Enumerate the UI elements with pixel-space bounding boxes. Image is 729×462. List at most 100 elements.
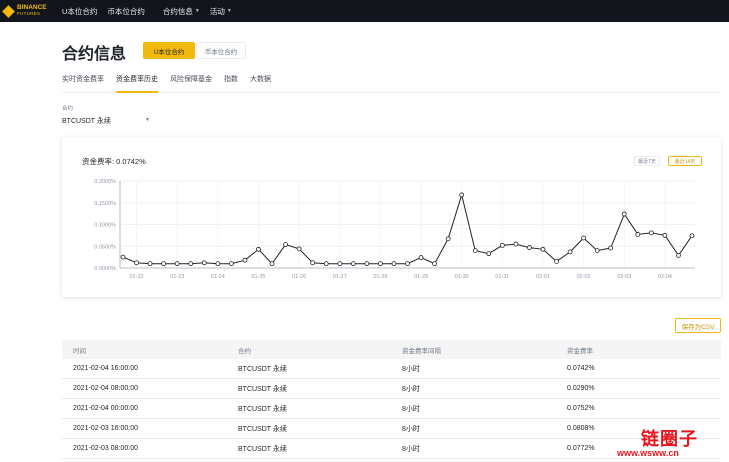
cell-rate: 0.0290% (567, 385, 595, 392)
cell-interval: 8小时 (402, 365, 420, 373)
cell-time: 2021-02-04 08:00:00 (73, 385, 138, 392)
cell-rate: 0.0742% (567, 365, 595, 372)
chevron-down-icon: ▼ (145, 117, 150, 123)
data-point (256, 246, 261, 252)
tab-big-data[interactable]: 大数据 (250, 73, 271, 93)
binance-futures-logo[interactable]: BINANCE FUTURES (2, 4, 56, 18)
data-point (269, 261, 275, 267)
y-tick-label: 0.2000% (94, 179, 116, 185)
data-point (472, 248, 478, 253)
data-point (432, 261, 437, 267)
cell-time: 2021-02-04 00:00:00 (73, 405, 138, 412)
data-point (418, 255, 424, 260)
y-tick-label: 0.0500% (94, 244, 116, 250)
data-point (499, 242, 505, 248)
nav-activities-label: 活动 (209, 6, 225, 16)
funding-rate-chart-card: 资金费率: 0.0742% 最近7天 最近14天 0.0000% 0.0500% 0… (62, 137, 721, 297)
y-tick-label: 0.1500% (94, 201, 116, 207)
header-contract: 合约 (238, 347, 251, 355)
header-time: 时间 (73, 347, 86, 355)
tab-insurance-fund[interactable]: 风险保障基金 (170, 73, 212, 93)
data-point (662, 232, 668, 238)
data-point (188, 261, 194, 267)
table-row: 2021-02-04 16:00:00 BTCUSDT 永续 8小时 0.074… (62, 359, 721, 379)
data-point (527, 245, 532, 250)
cell-contract: BTCUSDT 永续 (238, 385, 287, 393)
chevron-down-icon: ▼ (194, 8, 200, 14)
brand-line2: FUTURES (17, 11, 41, 16)
info-tabs: 实时资金费率 资金费率历史 风险保障基金 指数 大数据 (62, 73, 721, 93)
cell-contract: BTCUSDT 永续 (238, 445, 287, 453)
contract-select-value: BTCUSDT 永续 (62, 118, 111, 125)
cell-interval: 8小时 (402, 445, 420, 453)
nav-contract-info[interactable]: 合约信息 ▼ (163, 6, 200, 17)
data-point (174, 261, 180, 267)
funding-rate-line-chart: 0.0000% 0.0500% 0.1000% 0.1500% 0.2000% 01-22… (94, 179, 695, 280)
x-tick-label: 01-30 (455, 274, 469, 280)
data-point (350, 261, 356, 267)
cell-contract: BTCUSDT 永续 (238, 405, 287, 413)
data-point (459, 192, 465, 198)
x-tick-label: 01-23 (170, 274, 184, 280)
cell-contract: BTCUSDT 永续 (238, 425, 287, 433)
data-point (378, 261, 383, 267)
data-point (581, 235, 587, 241)
tab-realtime-funding-rate[interactable]: 实时资金费率 (62, 73, 104, 93)
x-tick-label: 01-25 (251, 274, 265, 280)
cell-time: 2021-02-04 16:00:00 (73, 365, 138, 372)
data-point (621, 211, 627, 217)
cell-interval: 8小时 (402, 405, 420, 413)
site-watermark: 链圈子 www.wsww.cn (617, 423, 729, 462)
cell-rate: 0.0752% (567, 405, 595, 412)
data-point (147, 261, 153, 267)
contract-select[interactable]: BTCUSDT 永续 ▼ (62, 114, 152, 128)
cell-time: 2021-02-03 08:00:00 (73, 445, 138, 452)
cell-interval: 8小时 (402, 385, 420, 393)
x-tick-label: 02-04 (658, 274, 672, 280)
data-point (676, 252, 681, 258)
nav-activities[interactable]: 活动 ▼ (210, 6, 232, 17)
x-tick-label: 02-01 (536, 274, 550, 280)
x-tick-label: 01-28 (373, 274, 387, 280)
data-point (120, 254, 126, 260)
x-tick-label: 01-24 (211, 274, 225, 280)
x-tick-label: 02-03 (617, 274, 631, 280)
binance-logo-icon (2, 4, 15, 18)
segment-coin-margined[interactable]: 币本位合约 (196, 42, 246, 59)
top-nav-bar: BINANCE FUTURES U本位合约 币本位合约 合约信息 ▼ 活动 ▼ (0, 0, 729, 22)
contract-select-label: 合约 (62, 106, 74, 112)
cell-contract: BTCUSDT 永续 (238, 365, 287, 373)
chevron-down-icon: ▼ (226, 8, 232, 14)
cell-rate: 0.0808% (567, 425, 595, 432)
x-tick-label: 01-29 (414, 274, 428, 280)
nav-usdt-futures[interactable]: U本位合约 (62, 6, 97, 17)
tab-funding-rate-history[interactable]: 资金费率历史 (116, 73, 158, 93)
data-point (486, 251, 492, 257)
series-line (122, 193, 693, 265)
watermark-url: www.wsww.cn (617, 448, 679, 458)
x-tick-label: 01-22 (130, 274, 144, 280)
data-point (391, 261, 397, 267)
data-point (635, 232, 641, 237)
data-point (554, 259, 559, 264)
x-tick-label: 01-31 (495, 274, 509, 280)
cell-time: 2021-02-03 16:00:00 (73, 425, 138, 432)
data-point (689, 233, 695, 239)
data-point (201, 260, 207, 266)
x-tick-label: 02-02 (577, 274, 591, 280)
data-point (513, 241, 519, 247)
data-point (323, 261, 329, 267)
y-tick-label: 0.0000% (94, 266, 116, 272)
data-point (228, 261, 234, 267)
table-row: 2021-02-04 08:00:00 BTCUSDT 永续 8小时 0.029… (62, 379, 721, 399)
data-point (594, 248, 600, 253)
data-point (445, 236, 451, 242)
table-header: 时间 合约 资金费率间隔 资金费率 (62, 340, 721, 359)
save-csv-button[interactable]: 保存为CSV (675, 318, 721, 333)
tab-index[interactable]: 指数 (224, 73, 238, 93)
header-funding-rate: 资金费率 (567, 347, 593, 355)
segment-usdt-margined[interactable]: U本位合约 (143, 42, 195, 59)
nav-coin-futures[interactable]: 币本位合约 (107, 6, 145, 17)
page-title: 合约信息 (62, 46, 127, 63)
table-row: 2021-02-04 00:00:00 BTCUSDT 永续 8小时 0.075… (62, 399, 721, 419)
